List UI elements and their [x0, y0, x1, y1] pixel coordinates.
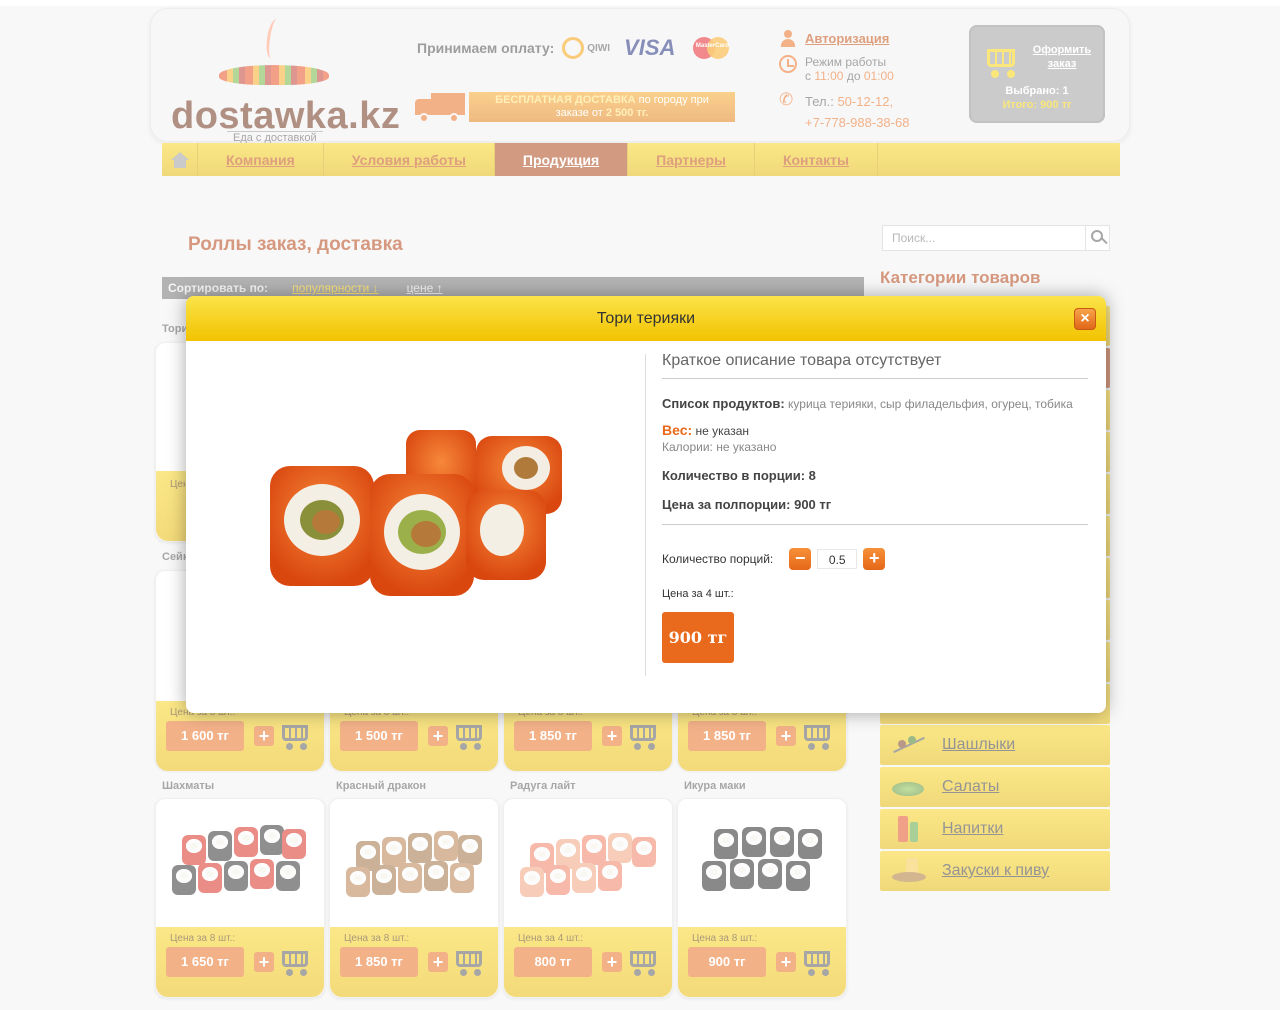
- price-for-label: Цена за 4 шт.:: [662, 588, 734, 600]
- plus-icon[interactable]: +: [863, 548, 886, 570]
- product-modal: Тори терияки × Краткое описание товара о…: [186, 296, 1106, 713]
- details-divider: [662, 524, 1088, 525]
- weight-row: Вес: не указан: [662, 422, 1088, 438]
- weight-label: Вес:: [662, 422, 693, 438]
- product-image: [256, 416, 586, 616]
- ingredients-value: курица терияки, сыр филадельфия, огурец,…: [784, 397, 1073, 411]
- modal-divider: [645, 354, 646, 676]
- product-description: Краткое описание товара отсутствует: [662, 352, 1088, 379]
- ingredients-row: Список продуктов: курица терияки, сыр фи…: [662, 396, 1088, 411]
- quantity-value[interactable]: 0.5: [817, 549, 858, 569]
- weight-value: не указан: [692, 424, 750, 438]
- close-icon[interactable]: ×: [1074, 308, 1096, 330]
- product-details: Краткое описание товара отсутствует Спис…: [662, 352, 1088, 663]
- half-portion-price: Цена за полпорции: 900 тг: [662, 497, 832, 512]
- calories: Калории: не указано: [662, 440, 777, 454]
- quantity-stepper: Количество порций: − 0.5 +: [662, 548, 1088, 570]
- add-to-cart-button[interactable]: 900 тг: [662, 612, 734, 663]
- quantity-label: Количество порций:: [662, 552, 774, 566]
- minus-icon[interactable]: −: [789, 548, 812, 570]
- portion-count: Количество в порции: 8: [662, 468, 816, 483]
- modal-title: Тори терияки: [186, 296, 1106, 341]
- ingredients-label: Список продуктов:: [662, 396, 785, 411]
